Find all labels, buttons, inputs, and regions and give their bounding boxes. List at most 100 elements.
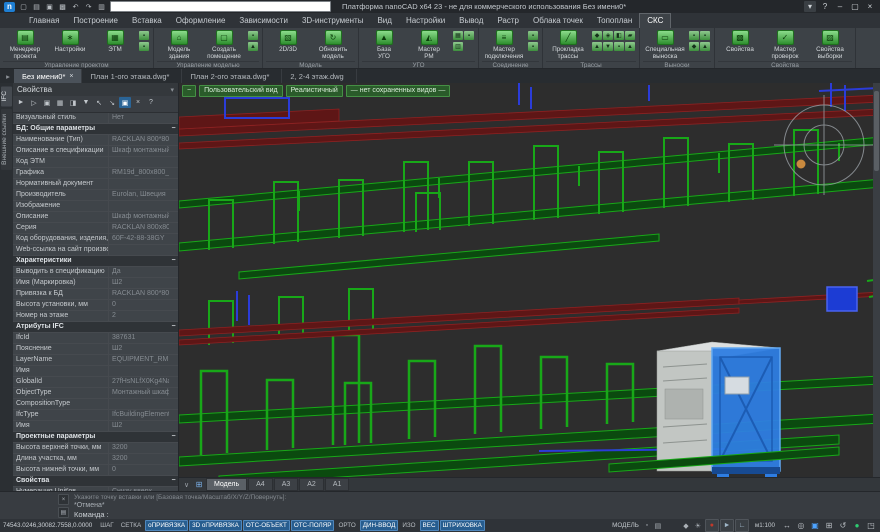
leaders-extra-icon-1[interactable]: ▪ [689, 31, 699, 40]
minimize-button[interactable]: – [834, 1, 846, 12]
side-tab-ifc[interactable]: IFC [1, 86, 12, 106]
etm-button[interactable]: ▦ЭТМ [93, 29, 137, 60]
collapse-icon[interactable] [169, 146, 178, 156]
collapse-icon[interactable] [169, 377, 178, 387]
collapse-icon[interactable] [169, 366, 178, 376]
doc-tab-plan2[interactable]: План 2-ого этажа.dwg* [182, 69, 282, 83]
toolbar-overflow-icon[interactable]: ▾ [804, 1, 816, 12]
property-row[interactable]: Высота нижней точки, мм 0 [13, 465, 178, 476]
collapse-icon[interactable] [169, 465, 178, 475]
property-row[interactable]: ObjectType Монтажный шкаф (Пане... [13, 388, 178, 399]
toggle-grid[interactable]: СЕТКА [118, 520, 144, 531]
help-icon[interactable]: ? [145, 97, 157, 108]
collapse-icon[interactable] [169, 421, 178, 431]
collapse-icon[interactable] [169, 289, 178, 299]
toggle-ortho[interactable]: ОРТО [335, 520, 358, 531]
property-row[interactable]: IfcType IfcBuildingElementProxy [13, 410, 178, 421]
grid-icon[interactable]: ▦ [54, 97, 66, 108]
screen-icon[interactable]: ▣ [809, 520, 821, 531]
bulb-icon[interactable]: ☀ [693, 521, 703, 531]
toggle-dyn-input[interactable]: ДИН-ВВОД [360, 520, 399, 531]
property-row[interactable]: Имя [13, 366, 178, 377]
property-row[interactable]: Высота верхней точки, мм 3200 [13, 443, 178, 454]
collapse-icon[interactable] [169, 443, 178, 453]
leaders-extra-icon-2[interactable]: ◆ [689, 42, 699, 51]
property-row[interactable]: Имя (Маркировка) Ш2 [13, 278, 178, 289]
command-line-panel[interactable]: × ▤ Укажите точку вставки или [Базовая т… [0, 491, 880, 519]
property-row[interactable]: Изображение [13, 201, 178, 212]
viewport-expander[interactable]: − [182, 85, 196, 97]
collapse-icon[interactable] [169, 135, 178, 145]
create-room-button[interactable]: ▢Создать помещение [202, 29, 246, 60]
drawing-viewport[interactable]: − Пользовательский вид Реалистичный — не… [179, 83, 880, 491]
property-row[interactable]: Характеристики − [13, 256, 178, 267]
undo-icon[interactable]: ↶ [70, 2, 81, 12]
rm-master-button[interactable]: ◭Мастер РМ [407, 29, 451, 60]
property-row[interactable]: Номер на этаже 2 [13, 311, 178, 322]
junction-box[interactable] [827, 287, 857, 311]
2d-3d-button[interactable]: ▧2D/3D [266, 29, 310, 60]
toggle-polar[interactable]: ОТС-ПОЛЯР [291, 520, 335, 531]
menu-tab-glavnaya[interactable]: Главная [22, 14, 66, 28]
leaders-extra-icon-3[interactable]: ▪ [700, 31, 710, 40]
menu-tab-3d[interactable]: 3D-инструменты [295, 14, 371, 28]
project-extra-icon-1[interactable]: ▪ [139, 31, 149, 40]
property-row[interactable]: Имя Ш2 [13, 421, 178, 432]
property-row[interactable]: Наименование (Тип) RACKLAN 800*800*42U_п [13, 135, 178, 146]
help-button[interactable]: ? [819, 1, 831, 12]
routes-extra-icon-6[interactable]: ▪ [614, 42, 624, 51]
panel-menu-icon[interactable]: ▾ [170, 86, 174, 94]
collapse-icon[interactable] [169, 168, 178, 178]
collapse-icon[interactable] [169, 179, 178, 189]
connection-extra-icon-1[interactable]: ▪ [528, 31, 538, 40]
collapse-icon[interactable]: − [169, 124, 178, 134]
property-row[interactable]: Код ЭТМ [13, 157, 178, 168]
collapse-icon[interactable] [169, 113, 178, 123]
zoom-window-icon[interactable]: ⊞ [823, 520, 835, 531]
pick-icon[interactable]: ▷ [28, 97, 40, 108]
collapse-icon[interactable] [169, 454, 178, 464]
menu-tab-nastroyki[interactable]: Настройки [399, 14, 452, 28]
collapse-icon[interactable] [169, 157, 178, 167]
layout-tab-a3[interactable]: A3 [274, 478, 299, 491]
routes-extra-icon-7[interactable]: ▰ [625, 31, 635, 40]
print-icon[interactable]: ▥ [96, 2, 107, 12]
property-row[interactable]: Выводить в спецификацию Да [13, 267, 178, 278]
routes-extra-icon-3[interactable]: ◈ [603, 31, 613, 40]
collapse-icon[interactable] [169, 278, 178, 288]
command-prompt[interactable]: Команда : [74, 510, 876, 519]
record-toggle[interactable]: ● [705, 519, 719, 532]
saved-views-selector[interactable]: — нет сохраненных видов — [346, 85, 451, 97]
box-select-icon[interactable]: ▣ [41, 97, 53, 108]
view-selector[interactable]: Пользовательский вид [199, 85, 282, 97]
collapse-icon[interactable] [169, 212, 178, 222]
selection-props-button[interactable]: ▨Свойства выборки [808, 29, 852, 60]
routes-extra-icon-1[interactable]: ◆ [592, 31, 602, 40]
toggle-otrack[interactable]: ОТС-ОБЪЕКТ [243, 520, 290, 531]
annotation-icon[interactable]: ◆ [681, 521, 691, 531]
building-model-button[interactable]: ⌂Модель здания [157, 29, 201, 60]
orbit-icon[interactable]: ↺ [837, 520, 849, 531]
routes-extra-icon-2[interactable]: ▲ [592, 42, 602, 51]
cursor-toggle[interactable]: ► [720, 519, 734, 532]
property-row[interactable]: Графика RM19d_800x800_42U_eq... [13, 168, 178, 179]
apply-props-icon[interactable]: ↘ [106, 97, 118, 108]
layout-tab-a4[interactable]: A4 [248, 478, 273, 491]
menu-tab-sks[interactable]: СКС [639, 13, 671, 28]
doc-tab-unnamed[interactable]: Без имени0* × [14, 69, 82, 83]
maximize-button[interactable]: ▢ [849, 1, 861, 12]
ugo-extra-icon-2[interactable]: ▥ [453, 42, 463, 51]
collapse-icon[interactable] [169, 410, 178, 420]
menu-tab-oblaka[interactable]: Облака точек [526, 14, 590, 28]
property-row[interactable]: Длина участка, мм 3200 [13, 454, 178, 465]
menu-tab-rastr[interactable]: Растр [490, 14, 526, 28]
menu-tab-zavisimosti[interactable]: Зависимости [232, 14, 295, 28]
toggle-lineweight[interactable]: ВЕС [420, 520, 439, 531]
clear-icon[interactable]: × [132, 97, 144, 108]
model-scene[interactable] [179, 83, 880, 478]
routes-extra-icon-4[interactable]: ▼ [603, 42, 613, 51]
close-command-icon[interactable]: × [58, 494, 69, 505]
save-all-icon[interactable]: ▩ [57, 2, 68, 12]
property-row[interactable]: GlobalId 27fHsNLfX0Kg4NaEUi2Wan [13, 377, 178, 388]
property-row[interactable]: Код оборудования, изделия, мате... 60F-4… [13, 234, 178, 245]
